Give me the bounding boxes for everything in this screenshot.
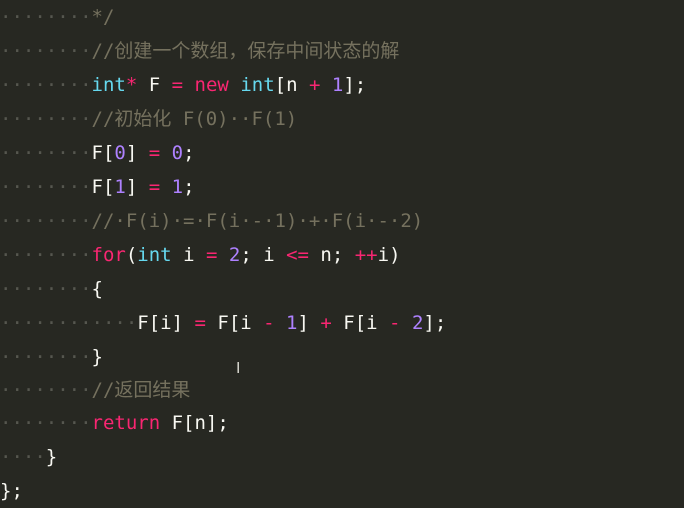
- code-editor[interactable]: ········*/········//创建一个数组，保存中间状态的解 ·····…: [0, 0, 684, 506]
- indent-whitespace: ········: [0, 210, 92, 232]
- code-token: new: [194, 74, 229, 96]
- code-token: };: [0, 480, 23, 502]
- code-line[interactable]: };: [0, 474, 684, 508]
- code-line[interactable]: ········return F[n];: [0, 406, 684, 440]
- code-token: 1: [171, 176, 184, 198]
- code-token: F[: [91, 142, 115, 164]
- code-token: ]: [297, 312, 321, 334]
- code-token: int: [91, 74, 126, 96]
- code-token: 0: [171, 142, 184, 164]
- code-token: 0: [114, 142, 126, 164]
- code-line[interactable]: ········//返回结果: [0, 373, 684, 407]
- code-token: =: [194, 312, 206, 334]
- code-token: i): [377, 244, 401, 266]
- code-token: */: [91, 6, 115, 28]
- code-token: //创建一个数组，保存中间状态的解: [91, 40, 400, 62]
- indent-whitespace: ········: [0, 6, 92, 28]
- code-token: =: [205, 244, 218, 266]
- code-line[interactable]: ············F[i] = F[i - 1] + F[i - 2];: [0, 306, 684, 340]
- code-token: F[i: [331, 312, 390, 334]
- indent-whitespace: ········: [0, 176, 92, 198]
- code-token: 1: [286, 312, 298, 334]
- code-line[interactable]: ········for(int i = 2; i <= n; ++i): [0, 238, 684, 272]
- indent-whitespace: ········: [0, 244, 92, 266]
- code-token: int: [137, 244, 172, 266]
- code-token: [n: [274, 74, 309, 96]
- code-line[interactable]: ········{: [0, 272, 684, 306]
- indent-whitespace: ········: [0, 412, 92, 434]
- code-token: ++: [354, 244, 378, 266]
- code-token: }: [45, 446, 58, 468]
- code-token: F[i]: [137, 312, 195, 334]
- indent-whitespace: ········: [0, 142, 92, 164]
- code-token: }: [91, 346, 103, 368]
- code-line[interactable]: ········//·F(i)·=·F(i·-·1)·+·F(i·-·2): [0, 204, 684, 238]
- code-token: int: [240, 74, 275, 96]
- code-line[interactable]: ········int* F = new int[n + 1];: [0, 68, 684, 102]
- code-token: (: [125, 244, 138, 266]
- code-token: ]: [125, 142, 149, 164]
- text-cursor-icon: I: [236, 359, 241, 377]
- code-line[interactable]: ········}: [0, 340, 684, 374]
- indent-whitespace: ········: [0, 379, 92, 401]
- indent-whitespace: ········: [0, 108, 92, 130]
- code-token: F[n];: [160, 412, 229, 434]
- code-line[interactable]: ····}: [0, 440, 684, 474]
- code-token: -: [263, 312, 275, 334]
- code-token: //初始化 F(0)··F(1): [91, 108, 298, 130]
- code-line[interactable]: ········*/: [0, 0, 684, 34]
- indent-whitespace: ········: [0, 278, 92, 300]
- code-token: ; i: [240, 244, 287, 266]
- code-token: ;: [183, 142, 195, 164]
- code-token: ]: [125, 176, 149, 198]
- code-token: for: [91, 244, 126, 266]
- code-token: return: [91, 412, 161, 434]
- code-token: <=: [286, 244, 309, 266]
- code-token: =: [171, 74, 184, 96]
- indent-whitespace: ········: [0, 74, 92, 96]
- code-token: //返回结果: [91, 379, 191, 401]
- indent-whitespace: ········: [0, 40, 92, 62]
- code-token: -: [389, 312, 401, 334]
- indent-whitespace: ····: [0, 446, 46, 468]
- code-token: ;: [183, 176, 195, 198]
- code-token: {: [91, 278, 103, 300]
- code-token: //·F(i)·=·F(i·-·1)·+·F(i·-·2): [91, 210, 424, 232]
- code-token: +: [308, 74, 321, 96]
- code-token: ];: [423, 312, 447, 334]
- indent-whitespace: ············: [0, 312, 138, 334]
- code-token: n;: [308, 244, 355, 266]
- code-token: 2: [411, 312, 424, 334]
- code-line[interactable]: ········//初始化 F(0)··F(1): [0, 102, 684, 136]
- code-line[interactable]: ········F[0] = 0;: [0, 136, 684, 170]
- code-token: 1: [114, 176, 126, 198]
- code-line[interactable]: ········F[1] = 1;: [0, 170, 684, 204]
- code-token: F[: [91, 176, 115, 198]
- code-token: F[i: [205, 312, 264, 334]
- code-line[interactable]: ········//创建一个数组，保存中间状态的解: [0, 34, 684, 68]
- code-token: =: [148, 176, 161, 198]
- code-token: *: [125, 74, 138, 96]
- code-token: +: [320, 312, 332, 334]
- code-token: 1: [331, 74, 344, 96]
- code-token: 2: [228, 244, 241, 266]
- code-token: ];: [343, 74, 367, 96]
- code-token: =: [148, 142, 161, 164]
- code-token: F: [137, 74, 172, 96]
- code-token: i: [171, 244, 206, 266]
- indent-whitespace: ········: [0, 346, 92, 368]
